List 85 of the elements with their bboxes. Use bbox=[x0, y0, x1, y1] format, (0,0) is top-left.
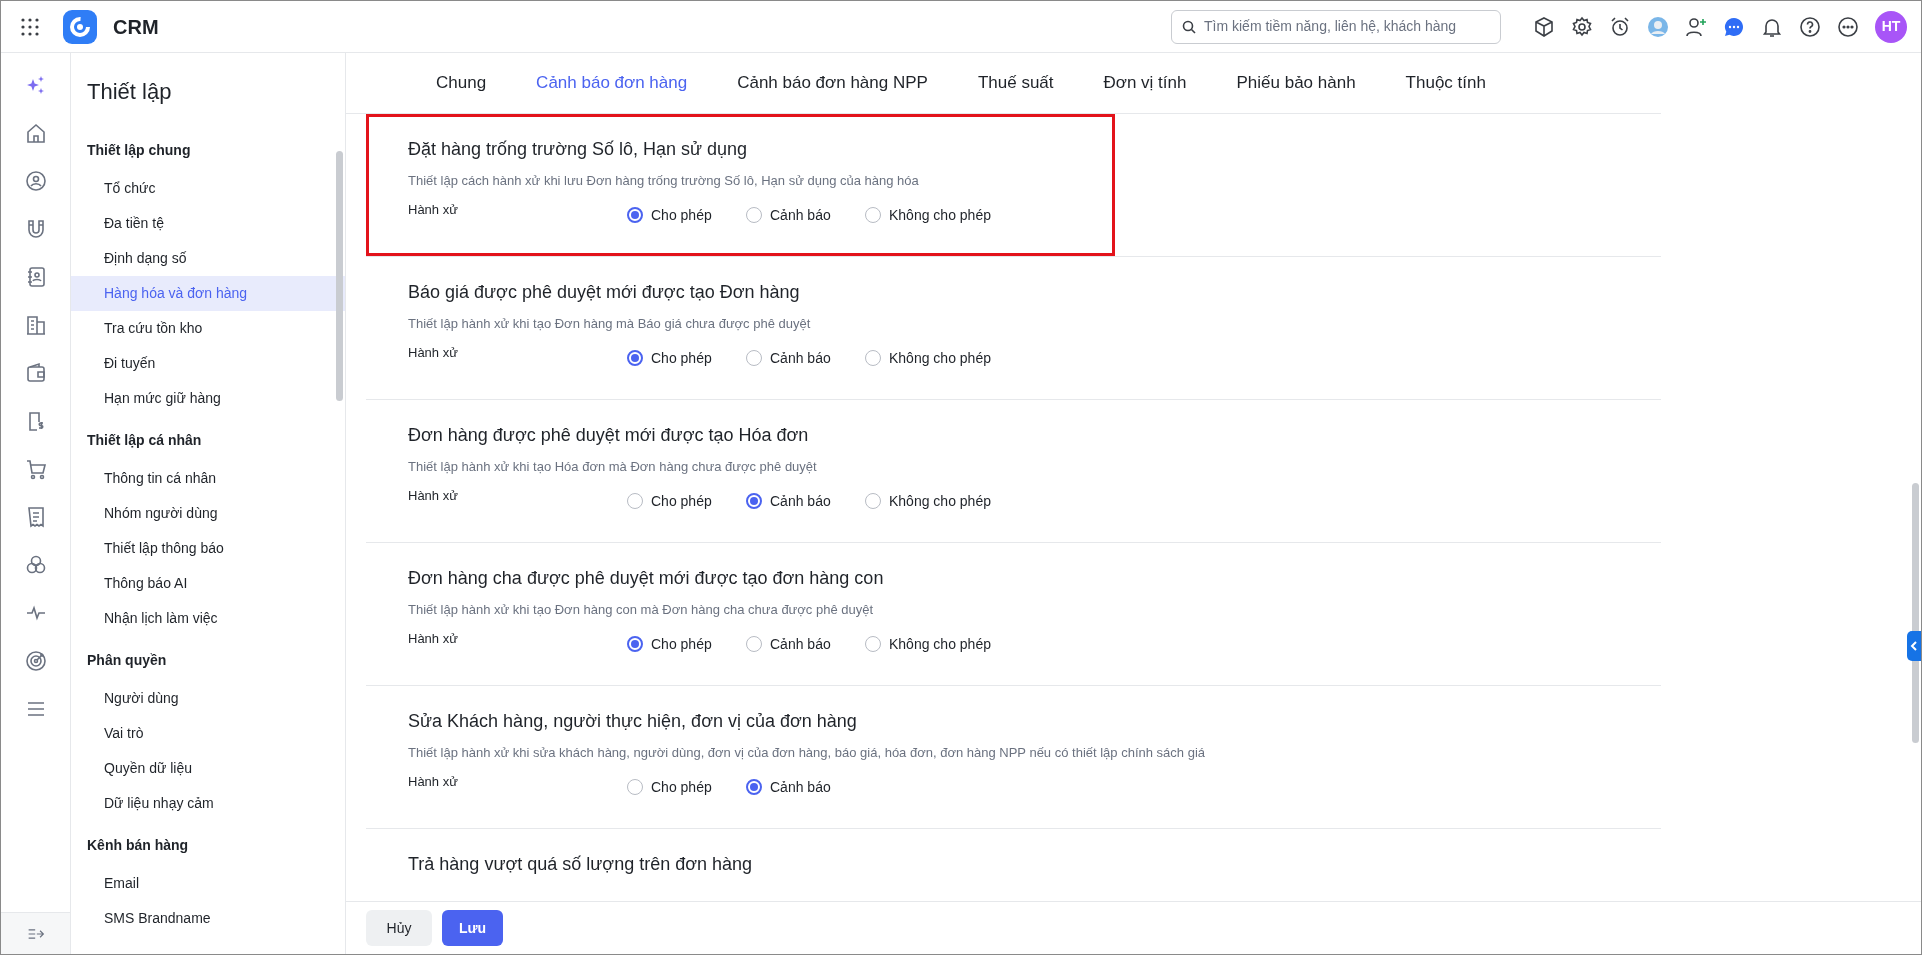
cancel-button[interactable]: Hủy bbox=[366, 910, 432, 946]
tab[interactable]: Thuế suất bbox=[977, 70, 1054, 96]
field-label: Hành xử bbox=[408, 344, 459, 363]
search-icon bbox=[1182, 19, 1196, 34]
help-icon[interactable] bbox=[1799, 15, 1821, 38]
field-label: Hành xử bbox=[408, 487, 459, 506]
cart-icon[interactable] bbox=[24, 458, 47, 480]
sidebar-item[interactable]: Email bbox=[71, 866, 345, 901]
tab[interactable]: Chung bbox=[436, 70, 487, 96]
radio-option[interactable]: Cảnh báo bbox=[746, 204, 865, 226]
sidebar-item[interactable]: Đa tiền tệ bbox=[71, 206, 345, 241]
group-heading: Kênh bán hàng bbox=[86, 836, 190, 855]
logo-icon bbox=[63, 9, 97, 44]
sidebar-item[interactable]: Định dạng số bbox=[71, 241, 345, 276]
radio-option[interactable]: Cảnh báo bbox=[746, 633, 865, 655]
radio-option[interactable]: Không cho phép bbox=[865, 347, 999, 369]
section-title: Sửa Khách hàng, người thực hiện, đơn vị của đơn hàng bbox=[408, 710, 858, 733]
app-grid-icon[interactable] bbox=[21, 17, 39, 36]
sidebar-item[interactable]: Thiết lập thông báo bbox=[71, 531, 345, 566]
sidebar-item[interactable]: Nhận lịch làm việc bbox=[71, 601, 345, 636]
group-heading: Thiết lập cá nhân bbox=[86, 431, 203, 450]
group-heading: Thiết lập chung bbox=[86, 141, 192, 160]
sidebar-item[interactable]: Nhóm người dùng bbox=[71, 496, 345, 531]
sidebar-item[interactable]: Tổ chức bbox=[71, 171, 345, 206]
section-description: Thiết lập hành xử khi tạo Đơn hàng mà Báo giá chưa được phê duyệt bbox=[408, 315, 812, 333]
sidebar-item[interactable]: Vai trò bbox=[71, 716, 345, 751]
radio-option[interactable]: Cảnh báo bbox=[746, 347, 865, 369]
cube-icon[interactable] bbox=[1533, 15, 1555, 38]
building-icon[interactable] bbox=[24, 314, 47, 336]
page-title: Thiết lập bbox=[86, 78, 173, 106]
user-avatar[interactable]: HT bbox=[1875, 10, 1907, 43]
section-description: Thiết lập hành xử khi sửa khách hàng, người dùng, đơn vị của đơn hàng, báo giá, hóa đơn, đơn hàng NPP nếu có thiết lập chính sách giá bbox=[408, 744, 1207, 762]
radio-option[interactable]: Cảnh báo bbox=[746, 490, 865, 512]
sidebar-item[interactable]: Tra cứu tồn kho bbox=[71, 311, 345, 346]
field-label: Hành xử bbox=[408, 201, 459, 220]
tab[interactable]: Cảnh báo đơn hàng NPP bbox=[737, 70, 928, 96]
target-icon[interactable] bbox=[24, 650, 47, 672]
group-heading: Phân quyền bbox=[86, 651, 168, 670]
sidebar-item[interactable]: Đi tuyến bbox=[71, 346, 345, 381]
chevron-left-icon bbox=[1910, 641, 1918, 651]
tab[interactable]: Đơn vị tính bbox=[1103, 70, 1187, 96]
sidebar-item[interactable]: SMS Brandname bbox=[71, 901, 345, 936]
scrollbar-thumb[interactable] bbox=[336, 151, 343, 401]
circles-icon[interactable] bbox=[24, 554, 47, 576]
settings-icon[interactable] bbox=[1571, 15, 1593, 38]
add-person-icon[interactable] bbox=[1685, 15, 1707, 38]
collapse-tab[interactable] bbox=[1907, 631, 1921, 661]
tab[interactable]: Thuộc tính bbox=[1405, 70, 1486, 96]
radio-option[interactable]: Cho phép bbox=[627, 633, 746, 655]
save-button[interactable]: Lưu bbox=[442, 910, 503, 946]
field-label: Hành xử bbox=[408, 773, 459, 792]
radio-option[interactable]: Cho phép bbox=[627, 204, 746, 226]
sidebar-item[interactable]: Thông tin cá nhân bbox=[71, 461, 345, 496]
radio-option[interactable]: Không cho phép bbox=[865, 204, 999, 226]
radio-option[interactable]: Cho phép bbox=[627, 347, 746, 369]
section-title: Đặt hàng trống trường Số lô, Hạn sử dụng bbox=[408, 138, 749, 161]
radio-option[interactable]: Cảnh báo bbox=[746, 776, 865, 798]
tab[interactable]: Phiếu bảo hành bbox=[1236, 70, 1356, 96]
field-label: Hành xử bbox=[408, 630, 459, 649]
search-field[interactable]: Tìm kiếm tiềm năng, liên hệ, khách hàng bbox=[1171, 9, 1501, 44]
home-icon[interactable] bbox=[24, 122, 47, 144]
section-title: Đơn hàng cha được phê duyệt mới được tạo đơn hàng con bbox=[408, 567, 885, 590]
section-description: Thiết lập hành xử khi tạo Hóa đơn mà Đơn hàng chưa được phê duyệt bbox=[408, 458, 818, 476]
wallet-icon[interactable] bbox=[24, 362, 47, 384]
sidebar-item[interactable]: Hàng hóa và đơn hàng bbox=[71, 276, 345, 311]
app-name: CRM bbox=[113, 14, 159, 40]
smiley-icon[interactable] bbox=[24, 170, 47, 192]
radio-option[interactable]: Không cho phép bbox=[865, 633, 999, 655]
section-description: Thiết lập hành xử khi tạo Đơn hàng con mà Đơn hàng cha chưa được phê duyệt bbox=[408, 601, 875, 619]
radio-option[interactable]: Không cho phép bbox=[865, 490, 999, 512]
alarm-clock-icon[interactable] bbox=[1609, 15, 1631, 38]
more-icon[interactable] bbox=[1837, 15, 1859, 38]
section-title: Đơn hàng được phê duyệt mới được tạo Hóa đơn bbox=[408, 424, 810, 447]
chat-icon[interactable] bbox=[1723, 15, 1745, 38]
radio-option[interactable]: Cho phép bbox=[627, 776, 746, 798]
tab[interactable]: Cảnh báo đơn hàng bbox=[536, 70, 688, 96]
sidebar-item[interactable]: Hạn mức giữ hàng bbox=[71, 381, 345, 416]
sidebar-item[interactable]: Dữ liệu nhạy cảm bbox=[71, 786, 345, 821]
sidebar-item[interactable]: Người dùng bbox=[71, 681, 345, 716]
sidebar-item[interactable]: Thông báo AI bbox=[71, 566, 345, 601]
section-description: Thiết lập cách hành xử khi lưu Đơn hàng trống trường Số lô, Hạn sử dụng của hàng hóa bbox=[408, 172, 920, 190]
radio-option[interactable]: Cho phép bbox=[627, 490, 746, 512]
section-title: Trả hàng vượt quá số lượng trên đơn hàng bbox=[408, 853, 754, 876]
section-title: Báo giá được phê duyệt mới được tạo Đơn hàng bbox=[408, 281, 801, 304]
sidebar-item[interactable]: Quyền dữ liệu bbox=[71, 751, 345, 786]
